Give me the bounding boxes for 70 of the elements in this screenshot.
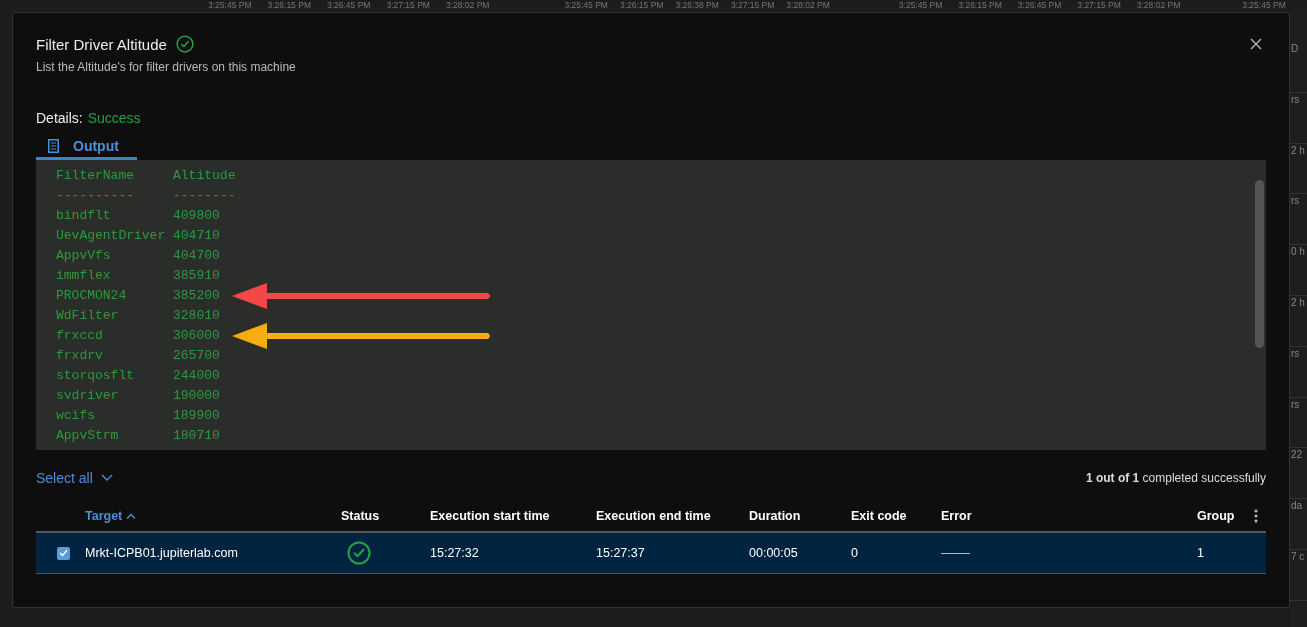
time-axis-label: 3:26:45 PM — [326, 0, 371, 10]
column-header[interactable]: Error — [941, 509, 1197, 523]
target-cell-text: Mrkt-ICPB01.jupiterlab.com — [85, 546, 239, 560]
time-axis-label: 3:28:02 PM — [786, 0, 830, 10]
output-line: UevAgentDriver 404710 — [56, 227, 220, 245]
output-line: wcifs 189900 — [56, 407, 220, 425]
background-text: rs — [1291, 195, 1300, 207]
time-axis-label: 3:25:45 PM — [1242, 0, 1286, 10]
end-time-cell-text: 15:27:37 — [596, 546, 646, 560]
time-axis-label: 3:25:45 PM — [564, 0, 608, 10]
output-line: storqosflt 244000 — [56, 367, 220, 385]
more-options-icon[interactable] — [1254, 509, 1258, 523]
background-text: rs — [1291, 93, 1300, 105]
background-text: D — [1291, 43, 1299, 54]
output-line: AppvStrm 180710 — [56, 427, 220, 445]
scrollbar-thumb[interactable] — [1255, 180, 1264, 348]
time-axis-label: 3:25:45 PM — [208, 0, 252, 10]
dialog-title: Filter Driver Altitude — [36, 35, 167, 53]
time-axis-label: 3:26:15 PM — [958, 0, 1002, 10]
column-header[interactable]: Execution start time — [430, 509, 596, 523]
output-line: FilterName Altitude — [56, 167, 236, 185]
output-line: bindflt 409800 — [56, 207, 220, 225]
background-text: da — [1291, 500, 1303, 512]
empty-value-dash — [941, 552, 970, 554]
time-axis-label: 3:26:38 PM — [675, 0, 719, 10]
time-axis-label: 3:27:15 PM — [386, 0, 430, 10]
completion-summary: 1 out of 1 completed successfully — [1085, 470, 1266, 485]
time-axis-label: 3:27:15 PM — [730, 0, 775, 10]
duration-cell-text: 00:00:05 — [749, 546, 799, 560]
exit-code-cell-text: 0 — [851, 546, 859, 560]
column-header[interactable]: Status — [341, 509, 430, 523]
output-line: frxccd 306000 — [56, 327, 220, 345]
details-status: Success — [87, 110, 141, 126]
dialog-description: List the Altitude's for filter drivers on this machine — [36, 60, 297, 74]
column-header[interactable]: Target — [85, 509, 341, 523]
background-text: rs — [1291, 398, 1300, 410]
time-axis-label: 3:28:02 PM — [445, 0, 490, 10]
background-text: 7 c — [1291, 550, 1305, 562]
output-line: immflex 385910 — [56, 267, 220, 285]
start-time-cell-text: 15:27:32 — [430, 546, 480, 560]
time-axis-label: 3:26:15 PM — [267, 0, 311, 10]
table-row[interactable]: Mrkt-ICPB01.jupiterlab.com 15:27:32 15:27:37 00:00:05 0 1 — [36, 533, 1266, 574]
background-text: rs — [1291, 347, 1300, 359]
time-axis-label: 3:25:45 PM — [898, 0, 943, 10]
background-text: 0 h — [1291, 246, 1305, 258]
output-line: frxdrv 265700 — [56, 347, 220, 365]
time-axis-label: 3:26:15 PM — [619, 0, 664, 10]
row-checkbox[interactable] — [57, 546, 70, 560]
time-axis-label: 3:27:15 PM — [1077, 0, 1121, 10]
background-text: 2 h — [1291, 297, 1305, 308]
sort-caret-icon — [126, 513, 137, 519]
column-header[interactable]: Group — [1197, 509, 1247, 523]
column-header[interactable]: Exit code — [851, 509, 941, 523]
document-icon — [48, 138, 59, 153]
background-text: 22 — [1291, 449, 1303, 461]
output-line: ---------- -------- — [56, 187, 236, 205]
background-text: 2 h — [1291, 144, 1305, 156]
group-cell-text: 1 — [1197, 546, 1205, 560]
details-label: Details: — [36, 110, 83, 126]
close-icon[interactable] — [1250, 38, 1262, 50]
chevron-down-icon — [100, 474, 113, 481]
output-line: PROCMON24 385200 — [56, 287, 220, 305]
select-all-dropdown[interactable]: Select all — [36, 469, 113, 486]
time-axis-label: 3:26:45 PM — [1017, 0, 1062, 10]
column-header[interactable]: Execution end time — [596, 509, 749, 523]
column-header[interactable]: Duration — [749, 509, 851, 523]
output-line: WdFilter 328010 — [56, 307, 220, 325]
output-line: AppvVfs 404700 — [56, 247, 220, 265]
time-axis-label: 3:28:02 PM — [1136, 0, 1181, 10]
output-line: svdriver 190000 — [56, 387, 220, 405]
